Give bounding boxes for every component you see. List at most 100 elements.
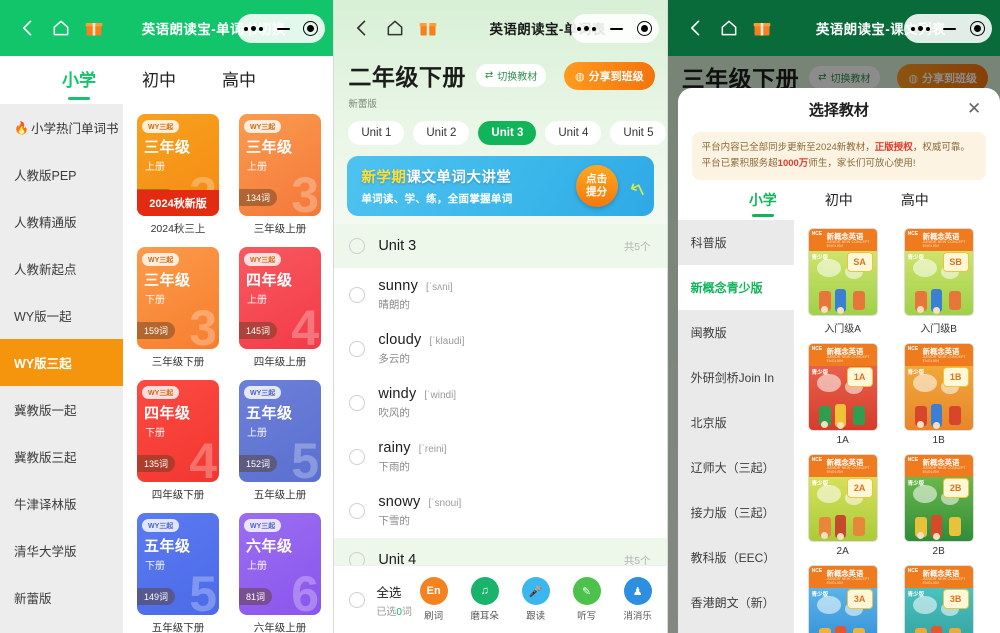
modal-sidebar-item-4[interactable]: 北京版 bbox=[678, 400, 794, 445]
home-icon[interactable] bbox=[719, 18, 739, 38]
word-select-radio[interactable] bbox=[349, 395, 366, 411]
minimize-icon[interactable] bbox=[943, 27, 957, 30]
book-card[interactable]: 6 WY三起 六年级 上册 81词 六年级上册 bbox=[239, 513, 321, 633]
back-chevron-icon[interactable] bbox=[686, 18, 706, 38]
switch-textbook-button[interactable]: ⇄ 切换教材 bbox=[475, 64, 547, 87]
unit-chip-4[interactable]: Unit 4 bbox=[545, 121, 602, 145]
word-english: sunny bbox=[378, 278, 419, 294]
book-card[interactable]: 5 WY三起 五年级 上册 152词 五年级上册 bbox=[239, 380, 321, 502]
select-all-radio[interactable] bbox=[349, 591, 366, 608]
panel1-navbar: 英语朗读宝-单词书切换 bbox=[0, 0, 334, 56]
tool-button[interactable]: 🎤 跟读 bbox=[517, 577, 555, 622]
sidebar-item-9[interactable]: 清华大学版 bbox=[0, 527, 123, 574]
modal-sidebar-item-8[interactable]: 香港朗文（新） bbox=[678, 580, 794, 625]
word-row[interactable]: sunny [ˈsʌni] 晴朗的 bbox=[334, 268, 666, 322]
unit-chip-2[interactable]: Unit 2 bbox=[413, 121, 470, 145]
book-card[interactable]: 3WY三起三年级上册212词2024秋新版2024秋三上 bbox=[137, 114, 219, 236]
close-icon[interactable]: ✕ bbox=[967, 100, 984, 117]
modal-sidebar-item-0[interactable]: 科普版 bbox=[678, 220, 794, 265]
modal-book-card[interactable]: NCE 新概念英语 JUNIOR NEW CONCEPT ENGLISH 青少版 SB 入… bbox=[903, 228, 974, 335]
gift-icon[interactable] bbox=[752, 18, 772, 38]
modal-book-card[interactable]: NCE新概念英语JUNIOR NEW CONCEPT ENGLISH青少版3B3… bbox=[903, 565, 974, 633]
gift-icon[interactable] bbox=[84, 18, 104, 38]
miniprogram-capsule[interactable] bbox=[903, 14, 992, 43]
word-select-radio[interactable] bbox=[349, 341, 366, 357]
more-dots-icon[interactable] bbox=[910, 26, 930, 31]
modal-book-card[interactable]: NCE新概念英语JUNIOR NEW CONCEPT ENGLISH青少版3A3… bbox=[807, 565, 878, 633]
sidebar-item-10[interactable]: 新蕾版 bbox=[0, 574, 123, 621]
modal-sidebar-item-2[interactable]: 闽教版 bbox=[678, 310, 794, 355]
book-card[interactable]: 4 WY三起 四年级 上册 145词 四年级上册 bbox=[239, 247, 321, 369]
share-to-class-button[interactable]: ◍ 分享到班级 bbox=[564, 62, 655, 90]
book-card[interactable]: 4 WY三起 四年级 下册 135词 四年级下册 bbox=[137, 380, 219, 502]
home-icon[interactable] bbox=[385, 18, 405, 38]
banner-cta-button[interactable]: 点击 提分 bbox=[575, 165, 618, 207]
word-select-radio[interactable] bbox=[349, 449, 366, 465]
unit-chip-5[interactable]: Unit 5 bbox=[610, 121, 667, 145]
unit-chip-1[interactable]: Unit 1 bbox=[348, 121, 405, 145]
book-card[interactable]: 3 WY三起 三年级 下册 159词 三年级下册 bbox=[137, 247, 219, 369]
close-target-icon[interactable] bbox=[303, 21, 319, 36]
unit-chip-3[interactable]: Unit 3 bbox=[478, 121, 537, 145]
more-dots-icon[interactable] bbox=[577, 26, 597, 31]
modal-sidebar-item-7[interactable]: 教科版（EEC） bbox=[678, 535, 794, 580]
unit-select-radio[interactable] bbox=[349, 238, 366, 254]
sidebar-item-7[interactable]: 冀教版三起 bbox=[0, 433, 123, 480]
sidebar-item-label: 人教版PEP bbox=[14, 169, 77, 183]
modal-sidebar-item-5[interactable]: 辽师大（三起） bbox=[678, 445, 794, 490]
book-grade: 三年级 bbox=[144, 139, 191, 156]
modal-book-card[interactable]: NCE 新概念英语 JUNIOR NEW CONCEPT ENGLISH 青少版 1A 1… bbox=[807, 343, 878, 446]
promo-banner[interactable]: 新学期课文单词大讲堂 单词读、学、练，全面掌握单词 点击 提分 ↰ bbox=[347, 156, 654, 216]
sidebar-item-1[interactable]: 人教版PEP bbox=[0, 151, 123, 198]
miniprogram-capsule[interactable] bbox=[570, 14, 659, 43]
close-target-icon[interactable] bbox=[636, 21, 652, 36]
modal-book-card[interactable]: NCE 新概念英语 JUNIOR NEW CONCEPT ENGLISH 青少版 SA 入… bbox=[807, 228, 878, 335]
modal-book-card[interactable]: NCE 新概念英语 JUNIOR NEW CONCEPT ENGLISH 青少版 1B 1… bbox=[903, 343, 974, 446]
home-icon[interactable] bbox=[51, 18, 71, 38]
tool-button[interactable]: ♟ 消消乐 bbox=[619, 577, 657, 622]
sidebar-item-0[interactable]: 🔥 小学热门单词书 bbox=[0, 104, 123, 151]
book-grade: 五年级 bbox=[246, 405, 293, 422]
modal-book-card[interactable]: NCE 新概念英语 JUNIOR NEW CONCEPT ENGLISH 青少版 2A 2… bbox=[807, 454, 878, 558]
close-target-icon[interactable] bbox=[970, 21, 986, 36]
book-grade-number: 4 bbox=[189, 433, 217, 482]
tool-button[interactable]: En 刷词 bbox=[415, 577, 453, 622]
modal-sidebar-item-1[interactable]: 新概念青少版 bbox=[677, 265, 794, 311]
modal-book-label: 2A bbox=[836, 546, 849, 558]
tab-senior[interactable]: 高中 bbox=[222, 66, 256, 94]
tool-icon: En bbox=[419, 577, 448, 605]
modal-sidebar-item-3[interactable]: 外研剑桥Join In bbox=[678, 355, 794, 400]
sidebar-item-8[interactable]: 牛津译林版 bbox=[0, 480, 123, 527]
word-row[interactable]: cloudy [ˈklaudi] 多云的 bbox=[334, 322, 666, 376]
word-row[interactable]: rainy [ˈreini] 下雨的 bbox=[334, 430, 666, 484]
more-dots-icon[interactable] bbox=[244, 26, 264, 31]
minimize-icon[interactable] bbox=[276, 27, 290, 30]
sidebar-item-3[interactable]: 人教新起点 bbox=[0, 245, 123, 292]
word-row[interactable]: snowy [ˈsnoui] 下雪的 bbox=[334, 484, 666, 538]
tab-primary[interactable]: 小学 bbox=[62, 66, 96, 94]
tab-junior[interactable]: 初中 bbox=[142, 66, 176, 94]
sidebar-item-4[interactable]: WY版一起 bbox=[0, 292, 123, 339]
word-select-radio[interactable] bbox=[349, 503, 366, 519]
modal-tab-junior[interactable]: 初中 bbox=[825, 190, 853, 210]
modal-book-card[interactable]: NCE 新概念英语 JUNIOR NEW CONCEPT ENGLISH 青少版 2B 2… bbox=[903, 454, 974, 557]
sidebar-item-5[interactable]: WY版三起 bbox=[0, 339, 123, 386]
tool-button[interactable]: ♫ 磨耳朵 bbox=[466, 577, 504, 622]
banner-line1-highlight: 新学期 bbox=[361, 170, 407, 186]
modal-tab-primary[interactable]: 小学 bbox=[749, 190, 777, 210]
modal-tab-senior[interactable]: 高中 bbox=[901, 190, 929, 210]
word-row[interactable]: windy [ˈwindi] 吹风的 bbox=[334, 376, 666, 430]
word-select-radio[interactable] bbox=[349, 287, 366, 303]
back-chevron-icon[interactable] bbox=[18, 18, 38, 38]
sidebar-item-6[interactable]: 冀教版一起 bbox=[0, 386, 123, 433]
back-chevron-icon[interactable] bbox=[352, 18, 372, 38]
book-card[interactable]: 3 WY三起 三年级 上册 134词 三年级上册 bbox=[239, 114, 321, 236]
gift-icon[interactable] bbox=[418, 18, 438, 38]
book-card[interactable]: 5 WY三起 五年级 下册 149词 五年级下册 bbox=[137, 513, 219, 633]
minimize-icon[interactable] bbox=[610, 27, 624, 30]
modal-sidebar-item-6[interactable]: 接力版（三起） bbox=[678, 490, 794, 535]
tool-button[interactable]: ✎ 听写 bbox=[568, 577, 606, 622]
sidebar-item-2[interactable]: 人教精通版 bbox=[0, 198, 123, 245]
miniprogram-capsule[interactable] bbox=[237, 14, 326, 43]
unit-header-row[interactable]: Unit 3 共5个 bbox=[334, 224, 667, 268]
